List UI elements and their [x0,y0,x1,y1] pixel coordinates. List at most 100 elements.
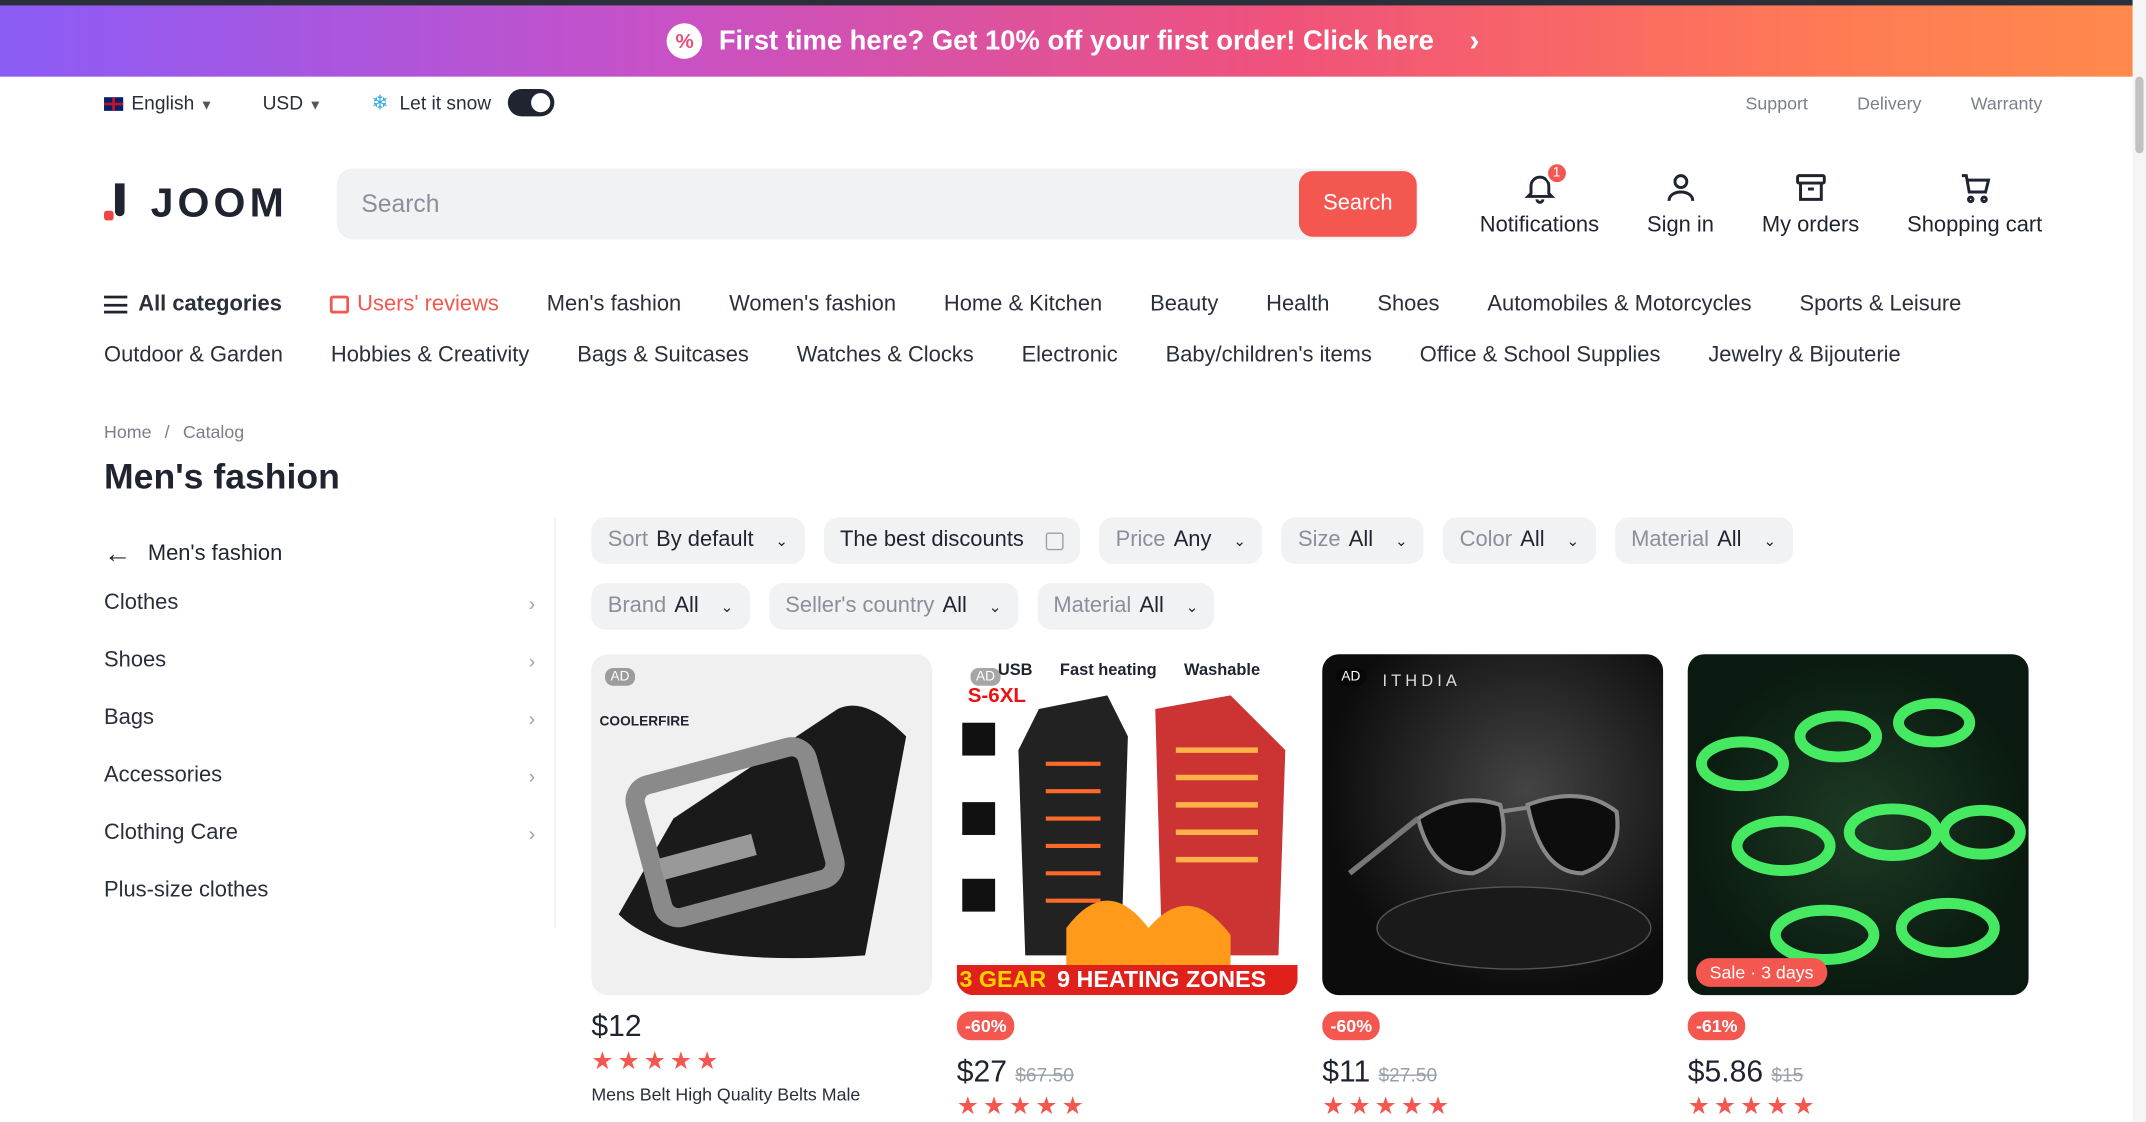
category-link[interactable]: Bags & Suitcases [577,343,749,368]
best-discounts-filter[interactable]: The best discounts [823,517,1081,564]
rating-stars: ★★★★★ [956,1092,1088,1120]
category-link[interactable]: Office & School Supplies [1420,343,1661,368]
user-icon [1667,174,1694,202]
language-select[interactable]: English ▼ [104,92,213,114]
product-card[interactable]: AD ITHDIA -60% $11 $27.50 ★★★★★ [1322,654,1664,1121]
chevron-down-icon: ⌄ [1763,533,1777,550]
category-link[interactable]: Health [1266,292,1329,317]
chevron-down-icon: ⌄ [775,533,789,550]
sidebar-item-shoes[interactable]: Shoes › [104,632,554,689]
category-link[interactable]: Shoes [1377,292,1439,317]
currency-select[interactable]: USD ▼ [263,92,323,114]
size-filter[interactable]: Size All ⌄ [1281,517,1425,564]
old-price: $67.50 [1015,1063,1074,1086]
users-reviews-link[interactable]: Users' reviews [329,292,499,317]
category-nav: All categories Users' reviews Men's fash… [0,279,2146,380]
category-link[interactable]: Men's fashion [547,292,681,317]
chevron-right-icon: › [528,650,536,673]
back-link[interactable]: ← Men's fashion [104,534,554,575]
search-button[interactable]: Search [1298,171,1417,237]
warranty-link[interactable]: Warranty [1971,92,2043,113]
category-link[interactable]: Electronic [1022,343,1118,368]
product-image[interactable]: AD COOLERFIRE [591,654,933,996]
support-link[interactable]: Support [1746,92,1808,113]
category-link[interactable]: Beauty [1150,292,1218,317]
sunglasses-image [1347,794,1652,970]
rating-stars: ★★★★★ [591,1047,723,1075]
uk-flag-icon [104,97,124,112]
snowflake-icon: ❄ [371,91,389,115]
product-card[interactable]: AD USB Fast heating Washable S-6XL 3 GEA… [956,654,1298,1121]
category-link[interactable]: Outdoor & Garden [104,343,283,368]
sidebar-item-clothing-care[interactable]: Clothing Care › [104,805,554,862]
product-card[interactable]: Sale · 3 days -61% $5.86 $15 ★★★★★ [1687,654,2029,1121]
caret-down-icon: ▼ [308,98,323,114]
promo-text[interactable]: First time here? Get 10% off your first … [719,25,1434,56]
belt-image [618,705,907,959]
category-link[interactable]: Home & Kitchen [944,292,1102,317]
material-filter-2[interactable]: Material All ⌄ [1036,583,1215,630]
chevron-right-icon: › [528,822,536,845]
sort-filter[interactable]: Sort By default ⌄ [591,517,805,564]
delivery-link[interactable]: Delivery [1857,92,1921,113]
material-filter[interactable]: Material All ⌄ [1614,517,1793,564]
category-link[interactable]: Hobbies & Creativity [331,343,529,368]
chevron-right-icon: › [1469,23,1480,58]
category-link[interactable]: Women's fashion [729,292,896,317]
sale-badge: Sale · 3 days [1695,958,1828,987]
product-image[interactable]: AD ITHDIA [1322,654,1664,996]
product-image[interactable]: AD USB Fast heating Washable S-6XL 3 GEA… [956,654,1298,996]
snow-toggle[interactable] [507,88,555,117]
sign-in-button[interactable]: Sign in [1647,170,1714,238]
product-price: $12 [591,1008,642,1044]
breadcrumb-catalog[interactable]: Catalog [183,422,244,443]
chevron-right-icon: › [528,765,536,788]
snow-label: Let it snow [399,91,492,114]
scrollbar-thumb[interactable] [2135,76,2144,154]
notifications-button[interactable]: 1 Notifications [1480,161,1599,238]
my-orders-button[interactable]: My orders [1762,170,1859,238]
gift-icon [329,295,349,314]
product-image[interactable]: Sale · 3 days [1687,654,2029,996]
product-name[interactable]: Mens Belt High Quality Belts Male Genuin… [591,1084,932,1106]
category-link[interactable]: Baby/children's items [1166,343,1372,368]
discount-badge: -61% [1687,1011,1746,1041]
old-price: $15 [1771,1063,1804,1086]
page-scrollbar[interactable] [2132,0,2146,1122]
product-price: $27 [956,1053,1008,1089]
all-categories-button[interactable]: All categories [104,292,282,317]
product-price: $5.86 [1687,1053,1764,1089]
sidebar-item-accessories[interactable]: Accessories › [104,747,554,804]
rating-stars: ★★★★★ [1687,1092,1819,1120]
chevron-right-icon: › [528,592,536,615]
price-filter[interactable]: Price Any ⌄ [1099,517,1263,564]
breadcrumb: Home / Catalog [104,421,245,443]
header: JOOM Search 1 Notifications Sign in My o… [0,129,2146,280]
category-link[interactable]: Sports & Leisure [1799,292,1961,317]
sidebar-item-clothes[interactable]: Clothes › [104,575,554,632]
cart-icon [1961,174,1990,204]
checkbox[interactable] [1045,531,1064,550]
utility-bar: English ▼ USD ▼ ❄ Let it snow Support Deli… [0,77,2146,129]
percent-icon: % [666,23,703,59]
old-price: $27.50 [1378,1063,1438,1086]
color-filter[interactable]: Color All ⌄ [1443,517,1596,564]
category-link[interactable]: Watches & Clocks [797,343,974,368]
page-title: Men's fashion [104,455,340,497]
joom-logo-icon [104,183,131,224]
sidebar-item-bags[interactable]: Bags › [104,690,554,747]
breadcrumb-home[interactable]: Home [104,422,151,443]
product-card[interactable]: AD COOLERFIRE $12 ★★★★★ Mens Belt High Q… [591,654,933,1121]
shopping-cart-button[interactable]: Shopping cart [1907,170,2042,238]
chevron-down-icon: ⌄ [988,598,1002,616]
logo[interactable]: JOOM [104,181,290,228]
category-link[interactable]: Automobiles & Motorcycles [1487,292,1751,317]
sidebar-item-plus-size[interactable]: Plus-size clothes [104,862,554,919]
discount-badge: -60% [1322,1011,1381,1041]
category-link[interactable]: Jewelry & Bijouterie [1708,343,1900,368]
menu-icon [104,295,128,314]
seller-country-filter[interactable]: Seller's country All ⌄ [768,583,1018,630]
promo-banner[interactable]: % First time here? Get 10% off your firs… [0,5,2146,77]
search-input[interactable] [361,189,1419,219]
brand-filter[interactable]: Brand All ⌄ [591,583,750,630]
